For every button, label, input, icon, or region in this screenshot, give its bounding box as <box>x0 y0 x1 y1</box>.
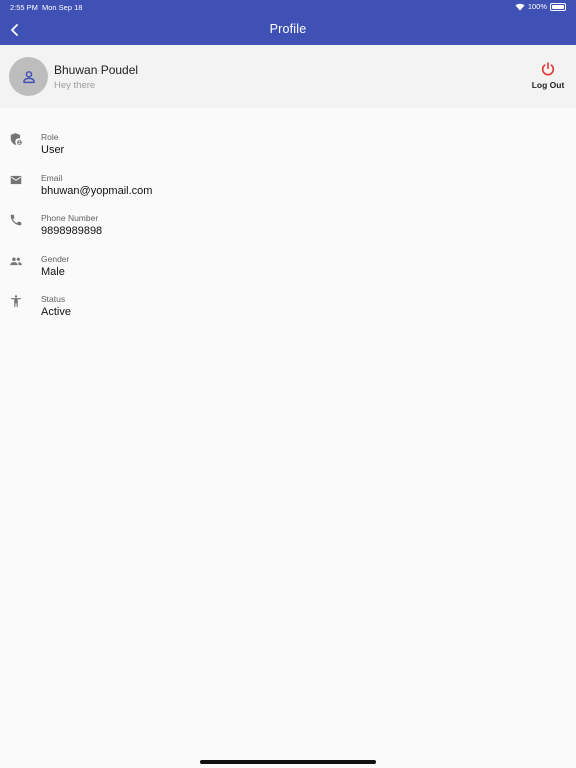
logout-button[interactable]: Log Out <box>528 61 568 97</box>
info-value-email: bhuwan@yopmail.com <box>41 184 153 197</box>
info-label-email: Email <box>41 172 63 183</box>
profile-about: Hey there <box>54 80 96 91</box>
page-title: Profile <box>269 22 307 36</box>
info-value-status: Active <box>41 306 71 318</box>
info-row-email: Email bhuwan@yopmail.com <box>0 171 576 212</box>
avatar[interactable] <box>9 57 48 96</box>
info-label-phone: Phone Number <box>41 213 99 223</box>
people-icon <box>10 257 22 265</box>
wifi-icon <box>515 3 525 10</box>
status-date: Mon Sep 18 <box>42 3 83 12</box>
battery-percent: 100% <box>527 2 547 11</box>
role-shield-icon <box>10 133 22 145</box>
app-bar: 2:55 PM Mon Sep 18 100% Profile <box>0 0 576 45</box>
profile-header: Bhuwan Poudel Hey there Log Out <box>0 45 576 108</box>
info-row-phone: Phone Number 9898989898 <box>0 211 576 252</box>
person-outline-icon <box>22 70 35 83</box>
home-indicator[interactable] <box>200 760 376 764</box>
info-label-role: Role <box>41 132 59 142</box>
info-label-status: Status <box>41 294 66 304</box>
email-icon <box>10 175 22 184</box>
phone-icon <box>10 214 22 226</box>
profile-name: Bhuwan Poudel <box>54 63 139 77</box>
info-value-role: User <box>41 144 65 156</box>
info-row-role: Role User <box>0 130 576 171</box>
person-status-icon <box>11 295 21 307</box>
status-time: 2:55 PM <box>10 3 38 12</box>
status-indicators: 100% <box>515 2 566 11</box>
info-label-gender: Gender <box>41 253 70 264</box>
battery-icon <box>550 2 566 11</box>
profile-info-list: Role User Email bhuwan@yopmail.com Phone… <box>0 130 576 333</box>
logout-label: Log Out <box>531 80 565 90</box>
power-icon <box>541 62 555 76</box>
info-row-status: Status Active <box>0 292 576 333</box>
info-value-gender: Male <box>41 265 65 278</box>
info-row-gender: Gender Male <box>0 252 576 293</box>
info-value-phone: 9898989898 <box>41 225 103 237</box>
